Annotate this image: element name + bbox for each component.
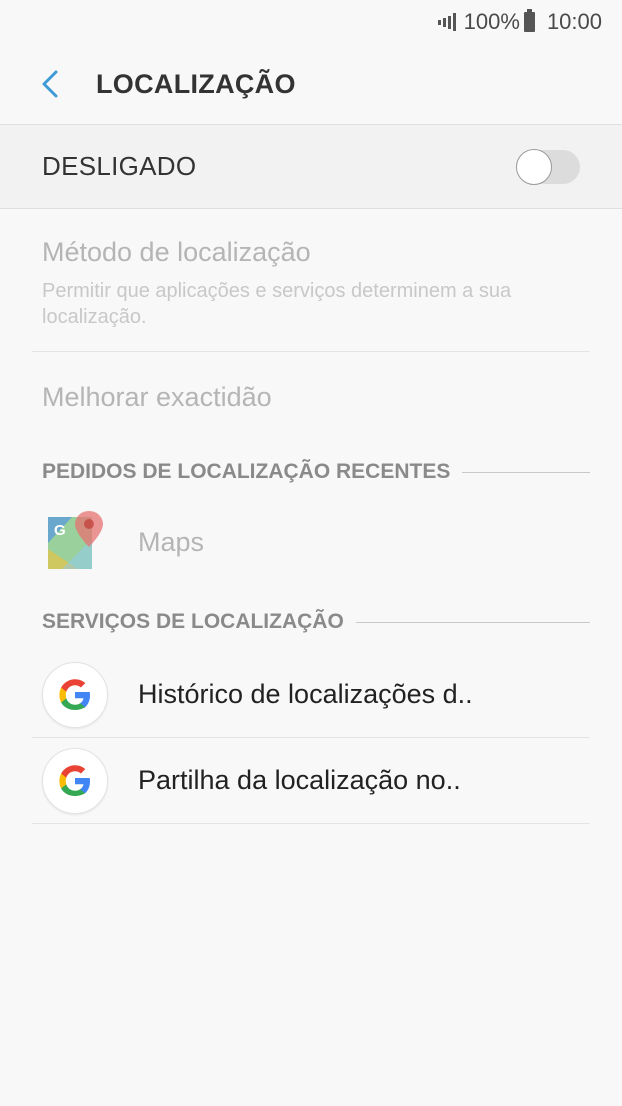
app-bar: LOCALIZAÇÃO (0, 44, 622, 124)
location-method-subtitle: Permitir que aplicações e serviços deter… (42, 280, 512, 328)
master-switch-label: DESLIGADO (42, 151, 197, 181)
section-line (462, 471, 590, 473)
location-services-header-label: SERVIÇOS DE LOCALIZAÇÃO (42, 610, 344, 633)
improve-accuracy-title: Melhorar exactidão (42, 381, 272, 412)
signal-icon (437, 13, 456, 31)
battery-percent: 100% (463, 9, 520, 34)
svg-text:G: G (54, 522, 66, 539)
recent-requests-header: PEDIDOS DE LOCALIZAÇÃO RECENTES (0, 442, 622, 502)
settings-list: Método de localização Permitir que aplic… (0, 209, 622, 824)
location-sharing-label: Partilha da localização no.. (138, 765, 461, 795)
back-button[interactable] (20, 54, 80, 114)
recent-request-maps[interactable]: G Maps (0, 502, 622, 582)
maps-app-name: Maps (138, 526, 205, 557)
location-sharing-item[interactable]: Partilha da localização no.. (0, 738, 622, 823)
improve-accuracy-item[interactable]: Melhorar exactidão (0, 352, 622, 442)
battery-icon (523, 9, 535, 32)
location-services-header: SERVIÇOS DE LOCALIZAÇÃO (0, 592, 622, 652)
page-title: LOCALIZAÇÃO (96, 68, 296, 99)
status-bar: 100% 10:00 (0, 0, 622, 44)
section-line (355, 621, 590, 623)
toggle-knob (516, 148, 552, 185)
clock: 10:00 (546, 9, 602, 34)
location-toggle[interactable] (516, 148, 580, 185)
location-method-item[interactable]: Método de localização Permitir que aplic… (0, 209, 622, 351)
google-g-icon (42, 747, 108, 814)
google-maps-icon: G (48, 511, 103, 569)
location-history-item[interactable]: Histórico de localizações d.. (0, 652, 622, 737)
master-switch-row[interactable]: DESLIGADO (0, 124, 622, 209)
location-method-title: Método de localização (42, 237, 311, 267)
google-g-icon (42, 661, 108, 728)
location-settings-screen: 100% 10:00 LOCALIZAÇÃO DESLIGADO Método … (0, 0, 622, 1106)
chevron-left-icon (42, 70, 58, 98)
divider (32, 823, 590, 824)
recent-requests-header-label: PEDIDOS DE LOCALIZAÇÃO RECENTES (42, 460, 451, 483)
location-history-label: Histórico de localizações d.. (138, 679, 473, 709)
